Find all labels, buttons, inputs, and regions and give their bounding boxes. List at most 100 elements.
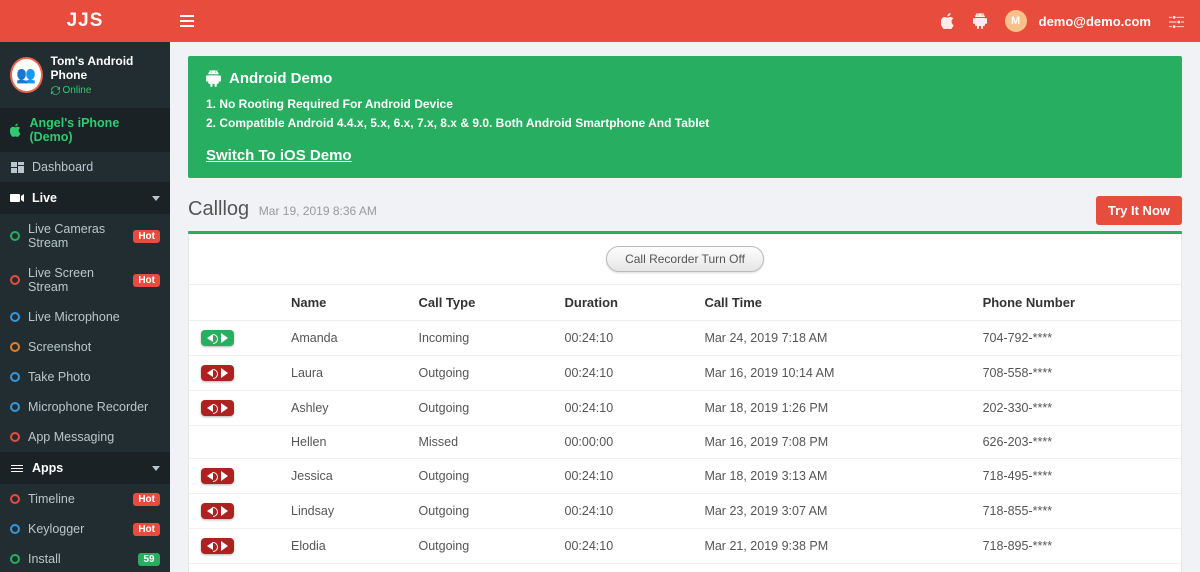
sidebar-item[interactable]: Live Screen StreamHot	[0, 258, 170, 302]
topbar: JJS M demo@demo.com	[0, 0, 1200, 42]
cell-time: Mar 23, 2019 3:07 AM	[692, 494, 970, 529]
col-time: Call Time	[692, 285, 970, 321]
apple-icon[interactable]	[941, 13, 955, 29]
main-content: Android Demo 1. No Rooting Required For …	[170, 42, 1200, 572]
status-dot-icon	[10, 231, 20, 241]
camera-icon	[10, 193, 24, 203]
try-it-now-button[interactable]: Try It Now	[1096, 196, 1182, 225]
sidebar-item[interactable]: Take Photo	[0, 362, 170, 392]
refresh-icon	[51, 86, 60, 95]
sidebar-item-label: Take Photo	[28, 370, 91, 384]
status-dot-icon	[10, 554, 20, 564]
chevron-down-icon	[152, 466, 160, 471]
sidebar-item-label: Keylogger	[28, 522, 84, 536]
status-dot-icon	[10, 432, 20, 442]
speaker-icon	[207, 404, 213, 412]
call-recorder-toggle[interactable]: Call Recorder Turn Off	[606, 246, 764, 272]
hot-badge: Hot	[133, 230, 160, 243]
cell-name: Lindsay	[279, 494, 406, 529]
cell-duration: 00:24:10	[553, 564, 693, 572]
table-row: DorisIncoming00:24:10Mar 18, 2019 11:16 …	[189, 564, 1181, 572]
cell-time: Mar 18, 2019 1:26 PM	[692, 391, 970, 426]
apple-icon	[10, 123, 21, 137]
hot-badge: Hot	[133, 493, 160, 506]
cell-phone: 718-855-****	[971, 494, 1181, 529]
banner-line: 1. No Rooting Required For Android Devic…	[206, 95, 1164, 114]
sidebar-demo-link[interactable]: Angel's iPhone (Demo)	[0, 108, 170, 152]
device-status: Online	[51, 85, 160, 96]
cell-time: Mar 18, 2019 11:16 AM	[692, 564, 970, 572]
cell-time: Mar 16, 2019 7:08 PM	[692, 426, 970, 459]
play-recording-button[interactable]	[201, 330, 234, 346]
switch-demo-link[interactable]: Switch To iOS Demo	[206, 147, 352, 164]
sidebar-item[interactable]: Timeline Hot	[0, 484, 170, 514]
sidebar-item[interactable]: Live Cameras StreamHot	[0, 214, 170, 258]
sidebar-item[interactable]: Install59	[0, 544, 170, 572]
sidebar-item[interactable]: Microphone Recorder	[0, 392, 170, 422]
sidebar-item[interactable]: Screenshot	[0, 332, 170, 362]
hot-badge: Hot	[133, 523, 160, 536]
sidebar-item-label: Live Microphone	[28, 310, 120, 324]
status-dot-icon	[10, 524, 20, 534]
table-row: LindsayOutgoing00:24:10Mar 23, 2019 3:07…	[189, 494, 1181, 529]
user-menu[interactable]: M demo@demo.com	[1005, 10, 1151, 32]
sidebar-item[interactable]: Keylogger Hot	[0, 514, 170, 544]
table-row: ElodiaOutgoing00:24:10Mar 21, 2019 9:38 …	[189, 529, 1181, 564]
status-dot-icon	[10, 372, 20, 382]
sidebar-section-apps[interactable]: Apps	[0, 452, 170, 484]
cell-phone: 626-203-****	[971, 426, 1181, 459]
sidebar-item-label: Live Screen Stream	[28, 266, 125, 294]
sidebar-item-label: App Messaging	[28, 430, 114, 444]
play-icon	[221, 403, 228, 413]
calllog-table: Name Call Type Duration Call Time Phone …	[189, 285, 1181, 572]
cell-type: Incoming	[406, 321, 552, 356]
speaker-icon	[207, 507, 213, 515]
cell-type: Outgoing	[406, 459, 552, 494]
badge-count: 59	[138, 553, 160, 566]
status-dot-icon	[10, 494, 20, 504]
cell-type: Outgoing	[406, 356, 552, 391]
device-name: Tom's Android Phone	[51, 54, 160, 82]
table-row: HellenMissed00:00:00Mar 16, 2019 7:08 PM…	[189, 426, 1181, 459]
status-dot-icon	[10, 402, 20, 412]
demo-banner: Android Demo 1. No Rooting Required For …	[188, 56, 1182, 178]
cell-time: Mar 24, 2019 7:18 AM	[692, 321, 970, 356]
cell-phone: 202-330-****	[971, 391, 1181, 426]
play-recording-button[interactable]	[201, 365, 234, 381]
status-dot-icon	[10, 312, 20, 322]
cell-duration: 00:00:00	[553, 426, 693, 459]
play-recording-button[interactable]	[201, 400, 234, 416]
sidebar-item-label: Timeline	[28, 492, 75, 506]
sidebar-item-dashboard[interactable]: Dashboard	[0, 152, 170, 182]
sidebar-item[interactable]: Live Microphone	[0, 302, 170, 332]
apps-icon	[10, 463, 24, 473]
play-recording-button[interactable]	[201, 503, 234, 519]
chevron-down-icon	[152, 196, 160, 201]
device-avatar-icon: 👥	[10, 57, 43, 93]
table-row: JessicaOutgoing00:24:10Mar 18, 2019 3:13…	[189, 459, 1181, 494]
menu-toggle-button[interactable]	[170, 15, 204, 27]
sidebar-section-live[interactable]: Live	[0, 182, 170, 214]
table-row: AmandaIncoming00:24:10Mar 24, 2019 7:18 …	[189, 321, 1181, 356]
android-icon[interactable]	[973, 13, 987, 29]
cell-type: Outgoing	[406, 529, 552, 564]
col-duration: Duration	[553, 285, 693, 321]
brand-logo[interactable]: JJS	[0, 10, 170, 32]
sidebar-item-label: Microphone Recorder	[28, 400, 148, 414]
cell-duration: 00:24:10	[553, 494, 693, 529]
cell-duration: 00:24:10	[553, 459, 693, 494]
play-recording-button[interactable]	[201, 538, 234, 554]
banner-title: Android Demo	[229, 70, 332, 87]
status-dot-icon	[10, 342, 20, 352]
dashboard-icon	[10, 162, 24, 173]
speaker-icon	[207, 334, 213, 342]
cell-duration: 00:24:10	[553, 529, 693, 564]
cell-time: Mar 21, 2019 9:38 PM	[692, 529, 970, 564]
table-row: LauraOutgoing00:24:10Mar 16, 2019 10:14 …	[189, 356, 1181, 391]
play-recording-button[interactable]	[201, 468, 234, 484]
sidebar-item-label: Screenshot	[28, 340, 91, 354]
sidebar-item[interactable]: App Messaging	[0, 422, 170, 452]
cell-duration: 00:24:10	[553, 356, 693, 391]
settings-icon[interactable]	[1169, 14, 1184, 29]
col-type: Call Type	[406, 285, 552, 321]
